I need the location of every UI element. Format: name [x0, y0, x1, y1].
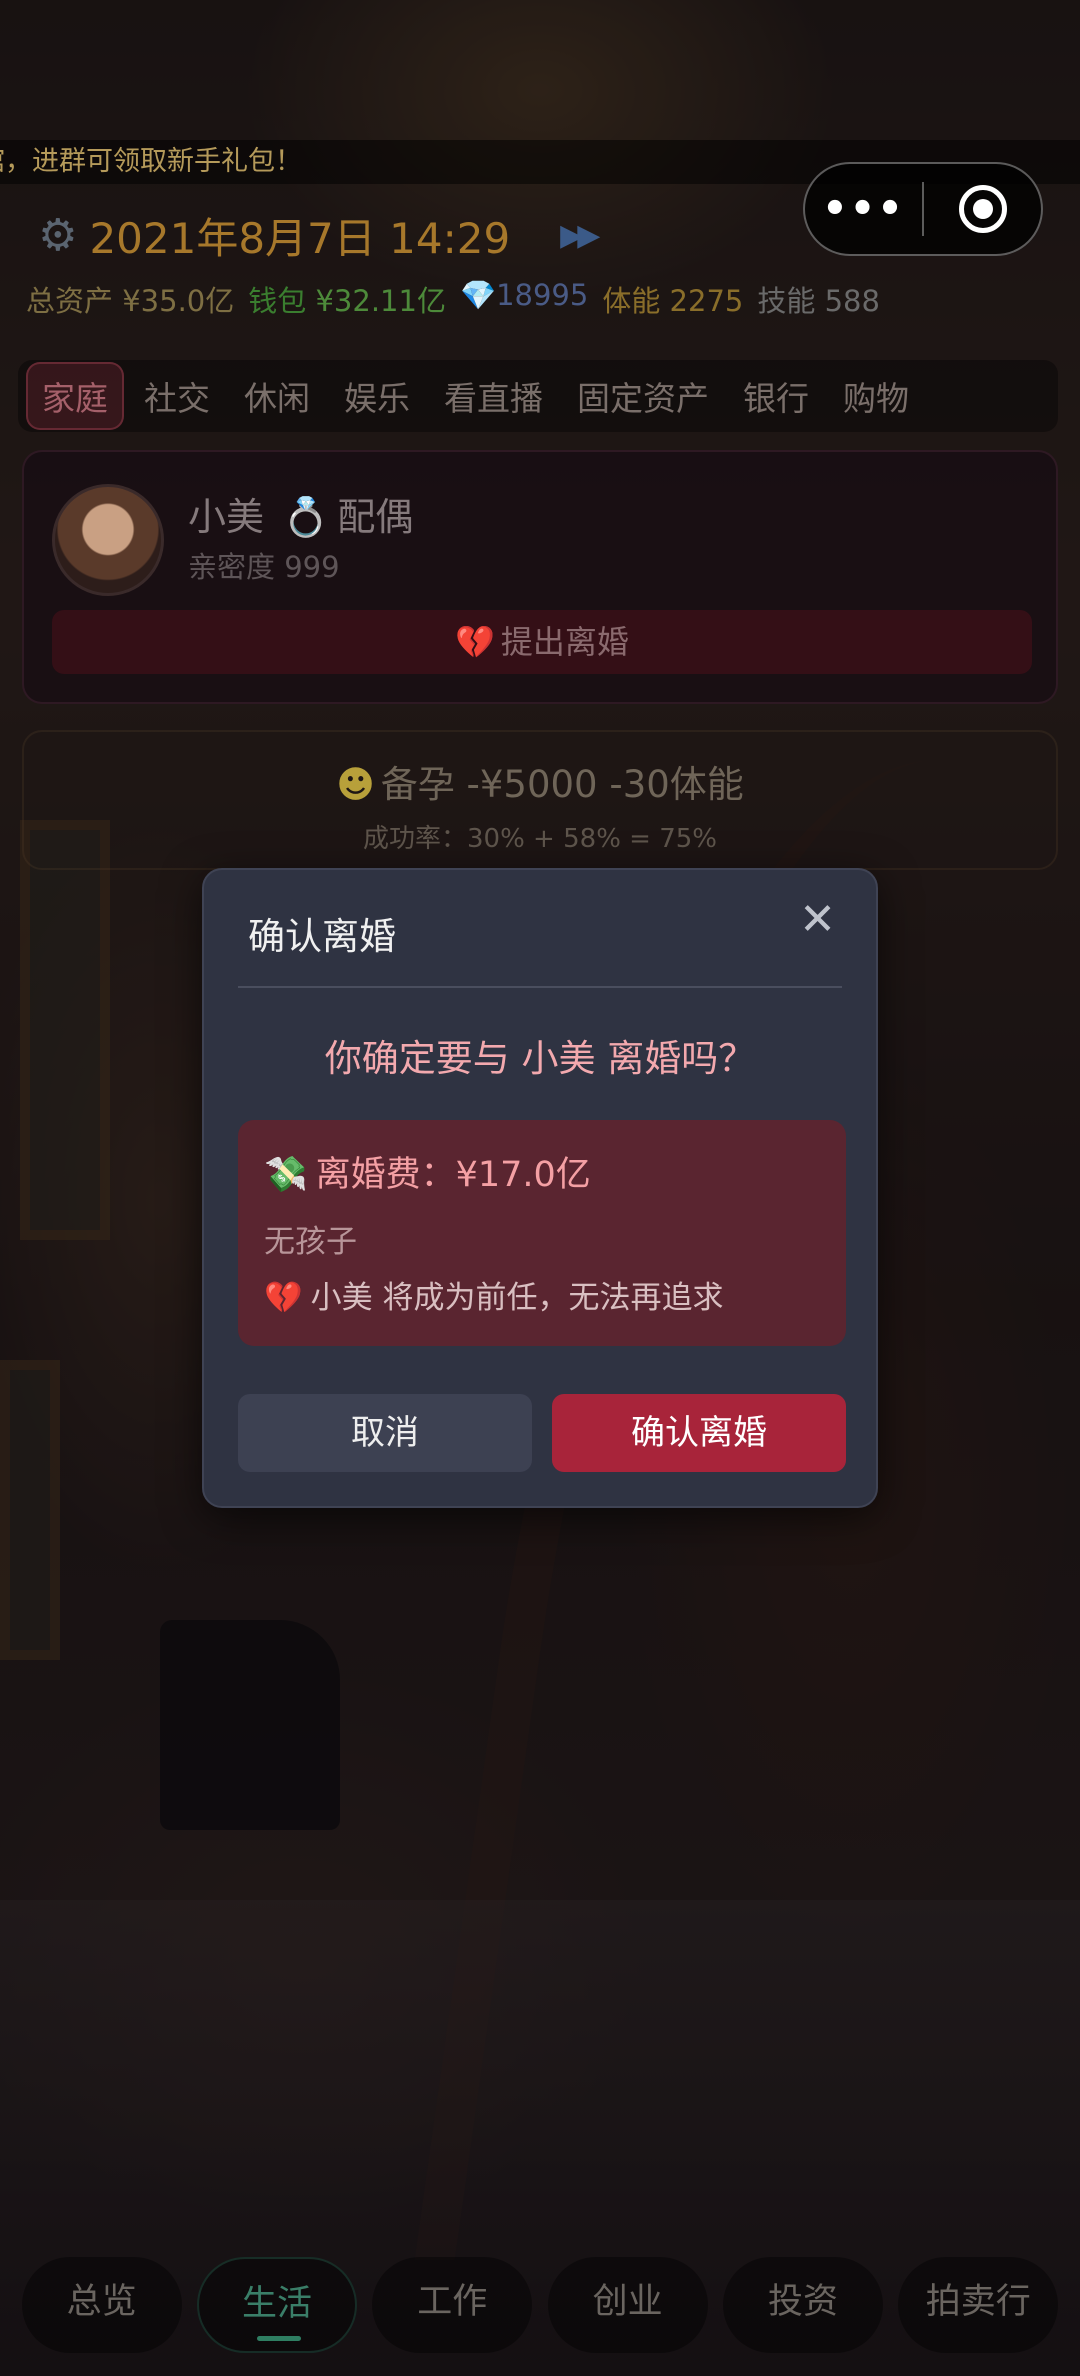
- nav-overview[interactable]: 总览: [21, 2257, 182, 2353]
- tab-entertainment[interactable]: 娱乐: [330, 364, 424, 428]
- spouse-name: 小美: [188, 495, 265, 539]
- skill: 技能 588: [757, 284, 880, 318]
- pregnancy-success-rate: 成功率：30% + 58% = 75%: [363, 824, 717, 854]
- dialog-title: 确认离婚: [248, 915, 396, 958]
- nav-auction[interactable]: 拍卖行: [898, 2257, 1059, 2353]
- tab-bank[interactable]: 银行: [729, 364, 823, 428]
- nav-life[interactable]: 生活: [196, 2257, 357, 2353]
- broken-heart-icon: 💔: [455, 623, 495, 661]
- pregnancy-title-row: ☻ 备孕 -¥5000 -30体能: [24, 754, 1056, 808]
- nav-startup[interactable]: 创业: [547, 2257, 708, 2353]
- ex-partner-note: 小美 将成为前任，无法再追求: [310, 1280, 724, 1316]
- confirm-divorce-button[interactable]: 确认离婚: [552, 1394, 846, 1472]
- ticker-text: 馆，进群可领取新手礼包！: [0, 146, 302, 177]
- miniprogram-capsule: •••: [803, 162, 1043, 256]
- stamina: 体能 2275: [602, 284, 744, 318]
- wallet-value: ¥32.11亿: [315, 284, 446, 318]
- category-tabs: 家庭 社交 休闲 娱乐 看直播 固定资产 银行 购物: [18, 360, 1058, 432]
- divorce-fee-row: 💸 离婚费：¥17.0亿: [264, 1146, 591, 1197]
- total-assets: 总资产 ¥35.0亿: [26, 284, 235, 318]
- stats-bar: 总资产 ¥35.0亿 钱包 ¥32.11亿 💎18995 体能 2275 技能 …: [26, 278, 1066, 322]
- cancel-button[interactable]: 取消: [238, 1394, 532, 1472]
- tab-social[interactable]: 社交: [130, 364, 224, 428]
- broken-heart-icon: 💔: [264, 1280, 303, 1316]
- more-menu-icon[interactable]: •••: [805, 186, 922, 232]
- diamond-icon: 💎: [459, 278, 497, 312]
- game-datetime: 2021年8月7日 14:29: [89, 213, 511, 263]
- wallet: 钱包 ¥32.11亿: [248, 278, 446, 322]
- wallet-label: 钱包: [248, 284, 307, 318]
- ring-icon: 💍: [282, 495, 330, 539]
- spouse-card: 小美 💍 配偶 亲密度 999 💔 提出离婚: [22, 450, 1058, 704]
- nav-work[interactable]: 工作: [372, 2257, 533, 2353]
- avatar: [52, 484, 164, 596]
- dialog-question: 你确定要与 小美 离婚吗？: [324, 1037, 756, 1080]
- gems-value: 18995: [496, 278, 589, 312]
- intimacy-value: 亲密度 999: [188, 550, 340, 584]
- bottom-nav: 总览 生活 工作 创业 投资 拍卖行: [0, 2250, 1080, 2360]
- close-icon[interactable]: ✕: [799, 898, 836, 942]
- target-icon: [958, 185, 1007, 233]
- pregnancy-card[interactable]: ☻ 备孕 -¥5000 -30体能 成功率：30% + 58% = 75%: [22, 730, 1058, 870]
- pregnancy-title: 备孕 -¥5000 -30体能: [380, 763, 744, 806]
- gear-icon[interactable]: ⚙: [38, 210, 77, 261]
- spouse-role: 配偶: [337, 495, 414, 539]
- tab-shopping[interactable]: 购物: [829, 364, 923, 428]
- divorce-warning-box: 💸 离婚费：¥17.0亿 无孩子 💔 小美 将成为前任，无法再追求: [238, 1120, 846, 1346]
- tab-livestream[interactable]: 看直播: [430, 364, 557, 428]
- fast-forward-icon[interactable]: ▶▶: [560, 218, 600, 253]
- divorce-fee: 离婚费：¥17.0亿: [315, 1155, 591, 1195]
- propose-divorce-label: 提出离婚: [500, 623, 629, 661]
- dialog-divider: [238, 986, 842, 988]
- propose-divorce-button[interactable]: 💔 提出离婚: [52, 610, 1032, 674]
- ex-partner-note-row: 💔 小美 将成为前任，无法再追求: [264, 1272, 723, 1317]
- nav-invest[interactable]: 投资: [722, 2257, 883, 2353]
- confirm-divorce-dialog: 确认离婚 ✕ 你确定要与 小美 离婚吗？ 💸 离婚费：¥17.0亿 无孩子 💔 小美…: [202, 868, 878, 1508]
- tab-fixed-assets[interactable]: 固定资产: [563, 364, 723, 428]
- game-datetime-bar: ⚙ 2021年8月7日 14:29 ▶▶: [38, 200, 778, 270]
- money-icon: 💸: [264, 1155, 308, 1195]
- tab-family[interactable]: 家庭: [26, 362, 124, 430]
- spouse-name-row: 小美 💍 配偶: [188, 486, 413, 541]
- close-miniprogram-button[interactable]: [924, 185, 1041, 233]
- tab-leisure[interactable]: 休闲: [230, 364, 324, 428]
- children-status: 无孩子: [264, 1224, 357, 1260]
- gems: 💎18995: [460, 278, 588, 322]
- smile-icon: ☻: [336, 763, 375, 806]
